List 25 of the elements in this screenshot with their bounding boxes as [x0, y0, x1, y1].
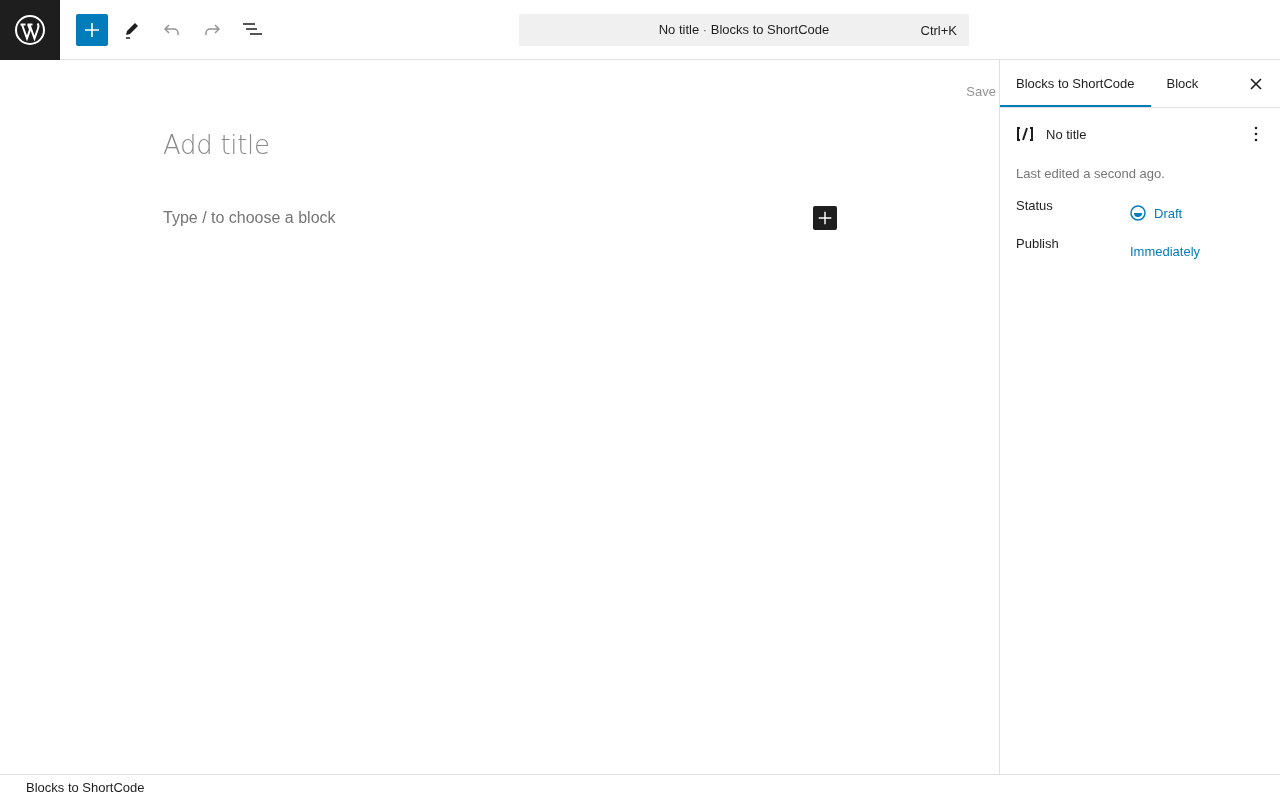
keyboard-shortcut: Ctrl+K	[920, 22, 957, 38]
save-label[interactable]: Save	[966, 84, 996, 100]
sidebar-tab[interactable]: Blocks to ShortCode	[1000, 60, 1151, 107]
command-bar[interactable]: No title · Blocks to ShortCode Ctrl+K	[519, 13, 969, 46]
sidebar-tab[interactable]: Block	[1150, 60, 1215, 107]
post-title: No title	[1046, 126, 1087, 142]
plus-icon	[816, 209, 834, 227]
list-view-icon	[241, 21, 263, 38]
field-value-link[interactable]: Immediately	[1130, 243, 1201, 259]
block-placeholder[interactable]: Type / to choose a block	[163, 209, 336, 227]
add-block-button[interactable]	[76, 13, 108, 46]
draft-status-icon	[1130, 205, 1146, 221]
breadcrumb-link[interactable]: Blocks to ShortCode	[18, 780, 153, 795]
title-field[interactable]: Add title	[163, 130, 270, 166]
wordpress-logo-icon	[14, 13, 46, 46]
wordpress-logo[interactable]	[0, 0, 60, 60]
command-bar-title: No title · Blocks to ShortCode	[658, 22, 830, 37]
field-label: Publish	[1016, 236, 1060, 251]
shortcode-icon	[1016, 127, 1034, 141]
close-icon	[1249, 76, 1263, 91]
add-block-button[interactable]	[813, 206, 837, 230]
field-label: Status	[1016, 198, 1054, 213]
more-options-icon	[1254, 126, 1258, 142]
last-edited-text: Last edited a second ago.	[1015, 165, 1166, 181]
field-value-link[interactable]: Draft	[1130, 205, 1183, 221]
